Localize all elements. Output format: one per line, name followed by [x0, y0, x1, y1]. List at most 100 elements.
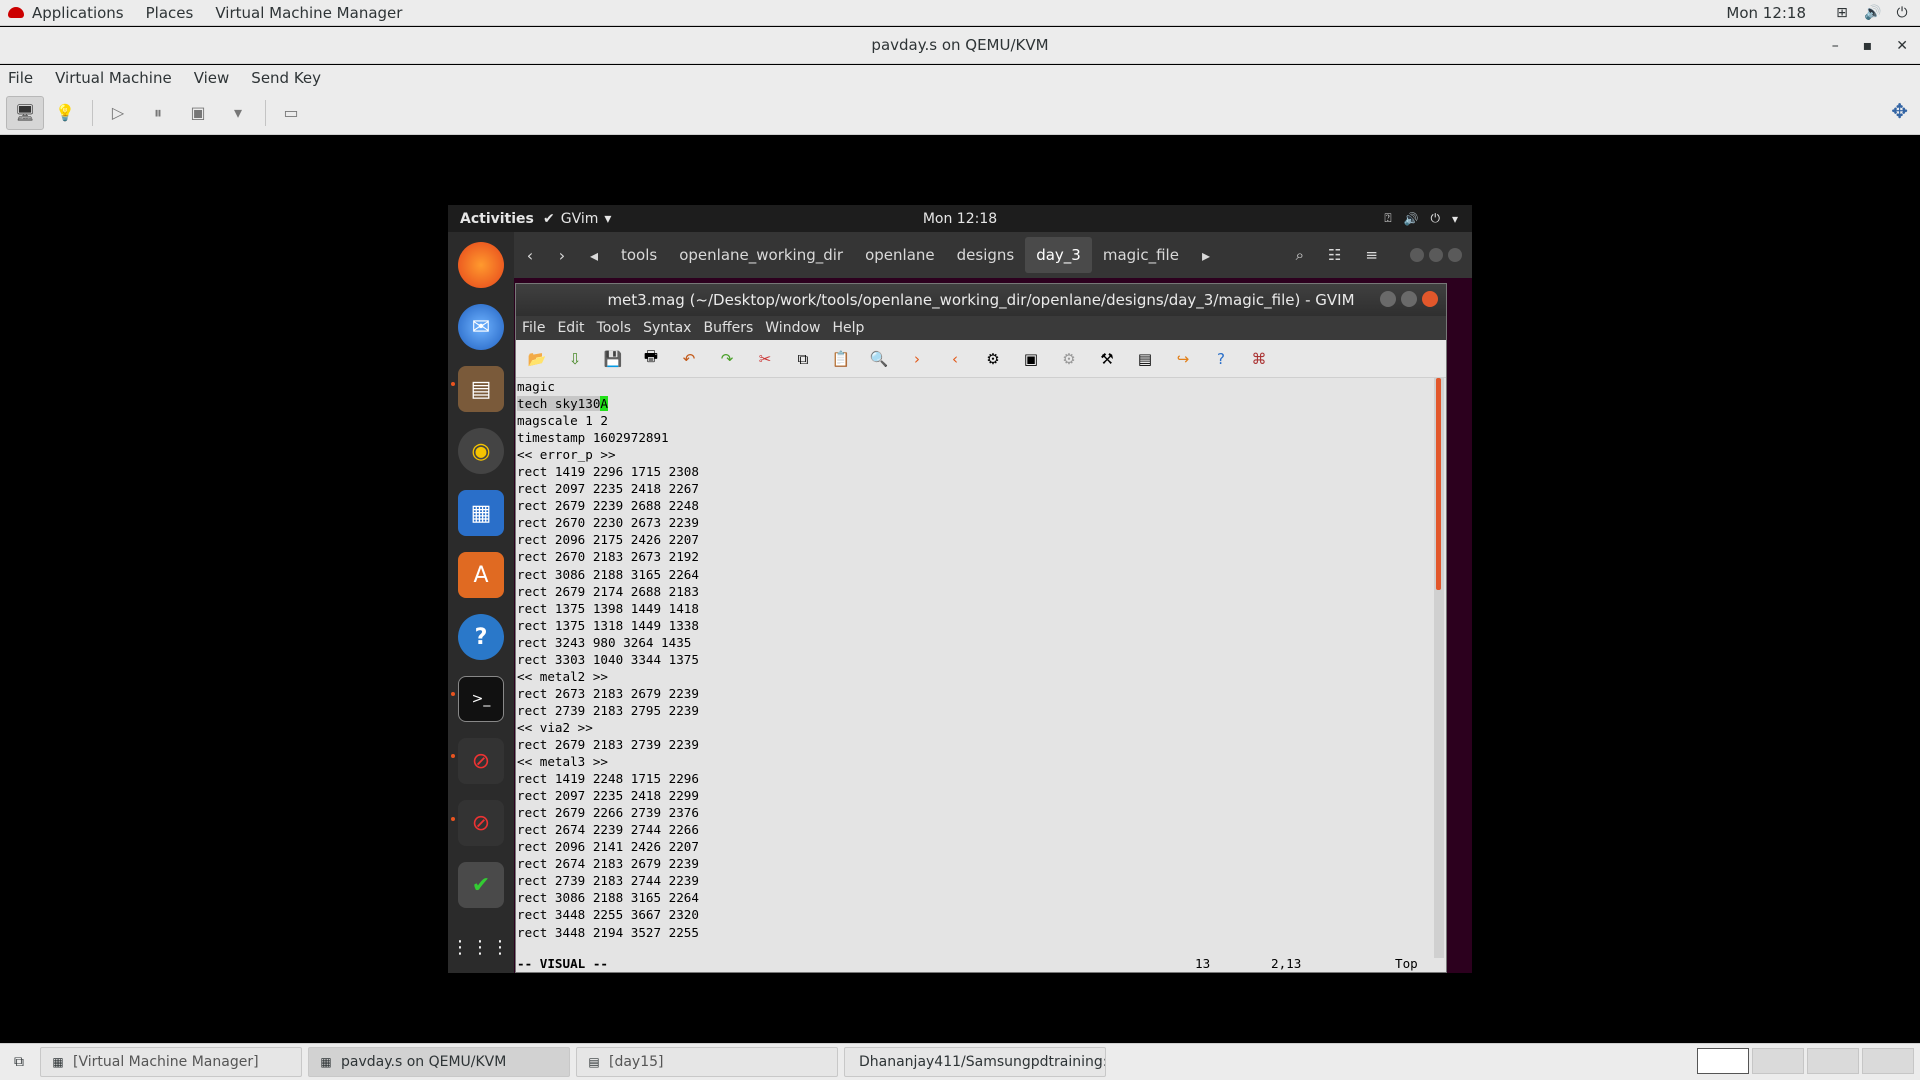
vmm-menu-virtual-machine[interactable]: Virtual Machine: [47, 69, 180, 87]
places-menu[interactable]: Places: [138, 0, 208, 25]
console-view-button[interactable]: 🖥: [6, 95, 44, 130]
buffer-line[interactable]: rect 2679 2183 2739 2239: [517, 736, 1434, 753]
buffer-line[interactable]: rect 1375 1398 1449 1418: [517, 600, 1434, 617]
guest-activities[interactable]: Activities: [448, 211, 543, 227]
buffer-line[interactable]: rect 2097 2235 2418 2299: [517, 787, 1434, 804]
volume-icon[interactable]: 🔊: [1404, 212, 1419, 226]
buffer-line[interactable]: rect 3086 2188 3165 2264: [517, 889, 1434, 906]
writer-icon[interactable]: ▦: [458, 490, 504, 536]
vmm-menu-send-key[interactable]: Send Key: [243, 69, 329, 87]
gvim-dock-icon[interactable]: ✔: [458, 862, 504, 908]
buffer-line[interactable]: rect 3086 2188 3165 2264: [517, 566, 1434, 583]
task-day15[interactable]: ▤ [day15]: [576, 1047, 838, 1077]
find-replace-icon[interactable]: 🔍: [866, 346, 892, 372]
rhythmbox-icon[interactable]: ◉: [458, 428, 504, 474]
save-icon[interactable]: 💾: [600, 346, 626, 372]
view-options-icon[interactable]: ☷: [1328, 246, 1341, 264]
forward-icon[interactable]: ›: [546, 246, 578, 265]
guest-screen[interactable]: Activities ✔ GVim ▾ Mon 12:18 ⍰ 🔊 ⏻ ▾ ✉ …: [448, 205, 1472, 973]
buffer-line[interactable]: rect 2097 2235 2418 2267: [517, 480, 1434, 497]
minimize-icon[interactable]: [1380, 291, 1396, 307]
gvim-titlebar[interactable]: met3.mag (~/Desktop/work/tools/openlane_…: [516, 284, 1446, 316]
gvim-menu-tools[interactable]: Tools: [597, 320, 632, 336]
buffer-line[interactable]: rect 2739 2183 2795 2239: [517, 702, 1434, 719]
buffer-line[interactable]: rect 2679 2174 2688 2183: [517, 583, 1434, 600]
run-script-icon[interactable]: ⚙: [1056, 346, 1082, 372]
buffer-line[interactable]: timestamp 1602972891: [517, 429, 1434, 446]
software-icon[interactable]: A: [458, 552, 504, 598]
hamburger-menu-icon[interactable]: ≡: [1365, 246, 1378, 264]
task-firefox[interactable]: Dhananjay411/Samsungpdtraining: P...: [844, 1047, 1106, 1077]
close-icon[interactable]: ✕: [1896, 38, 1908, 54]
minimize-icon[interactable]: –: [1832, 38, 1839, 54]
buffer-line[interactable]: rect 2670 2183 2673 2192: [517, 548, 1434, 565]
firefox-icon[interactable]: [458, 242, 504, 288]
shutdown-button[interactable]: ▣: [179, 96, 217, 130]
save-session-icon[interactable]: ▣: [1018, 346, 1044, 372]
save-download-icon[interactable]: ⇩: [562, 346, 588, 372]
details-view-button[interactable]: 💡: [46, 96, 84, 130]
buffer-line[interactable]: rect 1419 2296 1715 2308: [517, 463, 1434, 480]
buffer-line[interactable]: << via2 >>: [517, 719, 1434, 736]
buffer-line[interactable]: rect 3303 1040 3344 1375: [517, 651, 1434, 668]
maximize-icon[interactable]: [1401, 291, 1417, 307]
search-icon[interactable]: ⌕: [1296, 246, 1304, 264]
make-icon[interactable]: ⚒: [1094, 346, 1120, 372]
minimize-icon[interactable]: [1410, 248, 1424, 262]
buffer-line[interactable]: rect 2096 2141 2426 2207: [517, 838, 1434, 855]
files-icon[interactable]: ▤: [458, 366, 504, 412]
buffer-line[interactable]: rect 3448 2255 3667 2320: [517, 906, 1434, 923]
gvim-scrollbar[interactable]: [1434, 378, 1444, 958]
buffer-line[interactable]: rect 3448 2194 3527 2255: [517, 924, 1434, 941]
host-clock[interactable]: Mon 12:18: [1726, 4, 1806, 22]
blocked-app-icon[interactable]: ⊘: [458, 800, 504, 846]
buffer-line[interactable]: rect 3243 980 3264 1435: [517, 634, 1434, 651]
buffer-line[interactable]: magscale 1 2: [517, 412, 1434, 429]
blocked-app-icon[interactable]: ⊘: [458, 738, 504, 784]
task-pavday-qemu[interactable]: ▦ pavday.s on QEMU/KVM: [308, 1047, 570, 1077]
shell-icon[interactable]: ▤: [1132, 346, 1158, 372]
buffer-line[interactable]: << metal2 >>: [517, 668, 1434, 685]
close-icon[interactable]: [1422, 291, 1438, 307]
buffer-line[interactable]: rect 2679 2266 2739 2376: [517, 804, 1434, 821]
crumb-openlane-working-dir[interactable]: openlane_working_dir: [668, 237, 854, 273]
gvim-menu-edit[interactable]: Edit: [557, 320, 584, 336]
crumb-tools[interactable]: tools: [610, 237, 668, 273]
close-icon[interactable]: [1448, 248, 1462, 262]
show-desktop-icon[interactable]: ⧉: [4, 1054, 34, 1070]
task-virtual-machine-manager[interactable]: ▦ [Virtual Machine Manager]: [40, 1047, 302, 1077]
crumb-openlane[interactable]: openlane: [854, 237, 946, 273]
buffer-line[interactable]: rect 2673 2183 2679 2239: [517, 685, 1434, 702]
buffer-line[interactable]: rect 2739 2183 2744 2239: [517, 872, 1434, 889]
buffer-line[interactable]: rect 1419 2248 1715 2296: [517, 770, 1434, 787]
applications-menu[interactable]: Applications: [0, 0, 138, 25]
print-icon[interactable]: 🖶: [638, 346, 664, 372]
copy-icon[interactable]: ⧉: [790, 346, 816, 372]
workspace-4[interactable]: [1862, 1048, 1914, 1074]
buffer-line[interactable]: rect 2670 2230 2673 2239: [517, 514, 1434, 531]
gvim-menu-window[interactable]: Window: [765, 320, 820, 336]
run-button[interactable]: ▷: [99, 96, 137, 130]
network-icon[interactable]: ⊞: [1834, 5, 1850, 21]
maximize-icon[interactable]: ▪: [1863, 38, 1873, 54]
gvim-menu-syntax[interactable]: Syntax: [643, 320, 691, 336]
buffer-line[interactable]: tech sky130A: [517, 395, 1434, 412]
workspace-1[interactable]: [1697, 1048, 1749, 1074]
paste-icon[interactable]: 📋: [828, 346, 854, 372]
network-icon[interactable]: ⍰: [1384, 211, 1391, 226]
buffer-line[interactable]: << metal3 >>: [517, 753, 1434, 770]
snapshots-button[interactable]: ▭: [272, 96, 310, 130]
power-icon[interactable]: ⏻: [1894, 5, 1910, 21]
gvim-menu-buffers[interactable]: Buffers: [703, 320, 753, 336]
shutdown-dropdown[interactable]: ▾: [219, 96, 257, 130]
buffer-line[interactable]: magic: [517, 378, 1434, 395]
gvim-menu-help[interactable]: Help: [832, 320, 864, 336]
redo-icon[interactable]: ↷: [714, 346, 740, 372]
pause-button[interactable]: ⏸: [139, 96, 177, 130]
gvim-menu-file[interactable]: File: [522, 320, 545, 336]
terminal-icon[interactable]: >_: [458, 676, 504, 722]
workspace-2[interactable]: [1752, 1048, 1804, 1074]
crumb-right-icon[interactable]: ▸: [1190, 246, 1222, 265]
vmm-menu-file[interactable]: File: [0, 69, 41, 87]
guest-app-menu[interactable]: ✔ GVim ▾: [543, 211, 611, 227]
